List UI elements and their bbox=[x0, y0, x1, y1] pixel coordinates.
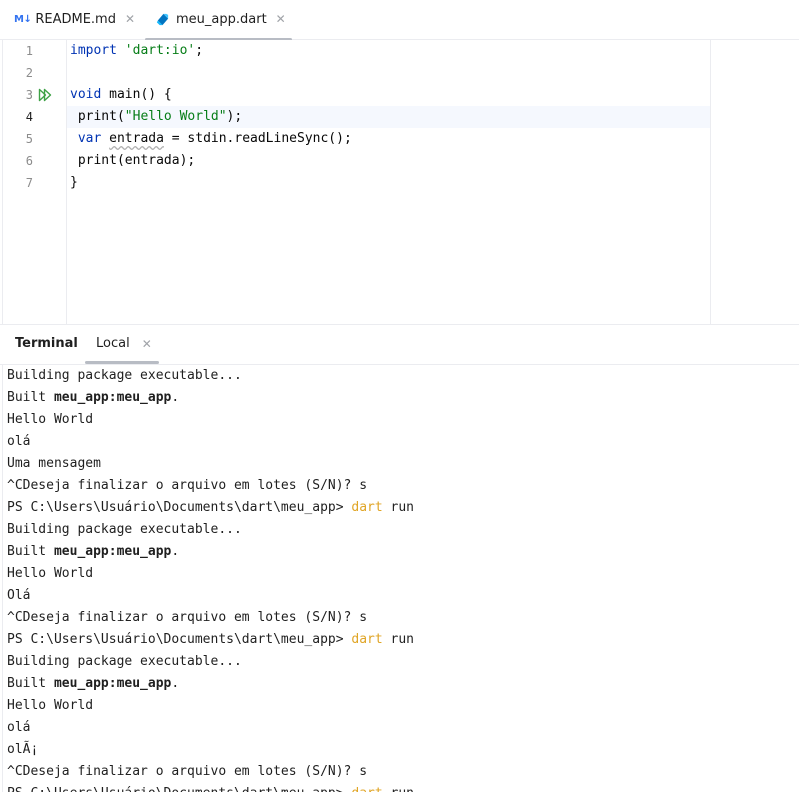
terminal-line: Built meu_app:meu_app. bbox=[7, 544, 180, 559]
code-line-4: print("Hello World"); bbox=[70, 109, 243, 124]
code-line-1: import 'dart:io'; bbox=[70, 43, 204, 58]
terminal-line: PS C:\Users\Usuário\Documents\dart\meu_a… bbox=[7, 500, 414, 515]
terminal-tab-local[interactable]: Local ✕ bbox=[96, 336, 152, 351]
active-tab-indicator bbox=[85, 361, 159, 364]
tab-readme[interactable]: M↓ README.md ✕ bbox=[14, 0, 135, 38]
terminal-line: Hello World bbox=[7, 412, 94, 427]
terminal-line: Hello World bbox=[7, 566, 94, 581]
dart-icon bbox=[156, 13, 169, 25]
editor-tab-bar: M↓ README.md ✕ meu_app.dart ✕ bbox=[0, 0, 799, 41]
terminal-title: Terminal bbox=[15, 336, 78, 351]
terminal-line: Building package executable... bbox=[7, 368, 242, 383]
code-line-5: var entrada = stdin.readLineSync(); bbox=[70, 131, 352, 146]
close-icon[interactable]: ✕ bbox=[142, 337, 152, 351]
editor-gutter: 1 2 3 4 5 6 7 bbox=[3, 40, 67, 324]
line-number: 6 bbox=[25, 154, 33, 168]
markdown-icon: M↓ bbox=[14, 13, 32, 25]
run-icon[interactable] bbox=[38, 88, 52, 102]
terminal-line: olá bbox=[7, 720, 31, 735]
terminal-header: Terminal Local ✕ bbox=[0, 324, 799, 365]
terminal-output[interactable]: Building package executable... Built meu_… bbox=[0, 365, 799, 792]
terminal-line: olá bbox=[7, 434, 31, 449]
terminal-line: PS C:\Users\Usuário\Documents\dart\meu_a… bbox=[7, 783, 414, 792]
terminal-line: Hello World bbox=[7, 698, 94, 713]
close-icon[interactable]: ✕ bbox=[125, 12, 135, 26]
terminal-line: ^CDeseja finalizar o arquivo em lotes (S… bbox=[7, 478, 368, 493]
terminal-line: Building package executable... bbox=[7, 654, 242, 669]
code-line-7: } bbox=[70, 175, 78, 190]
line-number: 2 bbox=[25, 66, 33, 80]
tab-meu-app-dart[interactable]: meu_app.dart ✕ bbox=[145, 0, 292, 41]
line-number: 4 bbox=[25, 110, 33, 124]
terminal-line: PS C:\Users\Usuário\Documents\dart\meu_a… bbox=[7, 632, 414, 647]
terminal-line: Olá bbox=[7, 588, 31, 603]
line-number: 7 bbox=[25, 176, 33, 190]
line-number: 1 bbox=[25, 44, 33, 58]
line-number: 5 bbox=[25, 132, 33, 146]
code-line-3: void main() { bbox=[70, 87, 172, 102]
terminal-line: Built meu_app:meu_app. bbox=[7, 390, 180, 405]
close-icon[interactable]: ✕ bbox=[276, 12, 286, 26]
terminal-line: Built meu_app:meu_app. bbox=[7, 676, 180, 691]
terminal-line: ^CDeseja finalizar o arquivo em lotes (S… bbox=[7, 610, 368, 625]
tab-label: README.md bbox=[35, 11, 116, 27]
terminal-line: ^CDeseja finalizar o arquivo em lotes (S… bbox=[7, 764, 368, 779]
line-number: 3 bbox=[25, 88, 33, 102]
terminal-tab-label: Local bbox=[96, 336, 130, 351]
terminal-line: olÃ¡ bbox=[7, 742, 39, 757]
code-line-6: print(entrada); bbox=[70, 153, 196, 168]
right-margin-guide bbox=[710, 40, 711, 324]
terminal-line: Uma mensagem bbox=[7, 456, 101, 471]
code-editor[interactable]: 1 2 3 4 5 6 7 import 'dart:io'; void mai… bbox=[0, 40, 799, 324]
terminal-line: Building package executable... bbox=[7, 522, 242, 537]
tab-label: meu_app.dart bbox=[176, 11, 267, 27]
